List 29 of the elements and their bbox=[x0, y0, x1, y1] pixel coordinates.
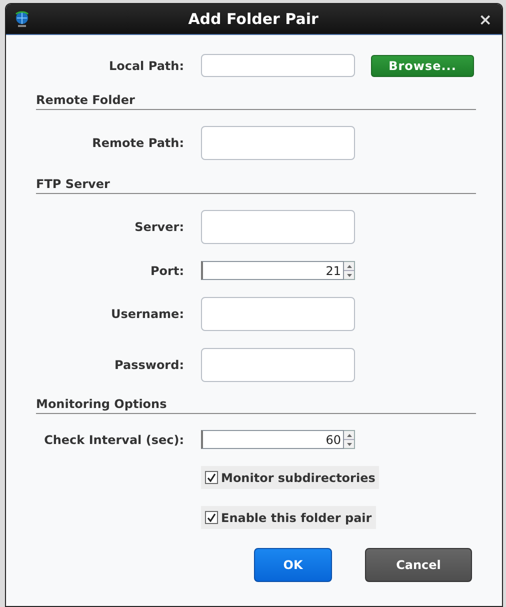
check-icon bbox=[207, 473, 216, 482]
field-label: Check Interval (sec): bbox=[43, 432, 184, 446]
field-label: Server: bbox=[134, 220, 184, 234]
spinner-arrows-icon[interactable] bbox=[344, 261, 355, 280]
input-field[interactable] bbox=[201, 297, 355, 331]
cancel-button[interactable]: Cancel bbox=[365, 548, 472, 582]
spinner-arrows-icon[interactable] bbox=[344, 430, 355, 449]
number-field[interactable]: 60 bbox=[201, 430, 344, 449]
field-label: Username: bbox=[110, 307, 184, 321]
field-label: Local Path: bbox=[108, 58, 184, 72]
browse-button[interactable]: Browse... bbox=[371, 54, 474, 76]
input-field[interactable] bbox=[201, 210, 355, 244]
checkbox[interactable]: Enable this folder pair bbox=[201, 506, 376, 529]
ok-button[interactable]: OK bbox=[254, 548, 332, 582]
window-title: Add Folder Pair bbox=[187, 10, 320, 28]
field-label: Password: bbox=[114, 358, 184, 372]
field-label: Remote Path: bbox=[91, 136, 184, 150]
checkbox[interactable]: Monitor subdirectories bbox=[201, 466, 380, 489]
globe-icon bbox=[14, 10, 30, 28]
input-field[interactable] bbox=[201, 348, 355, 382]
section-heading: Remote Folder bbox=[36, 93, 476, 110]
check-icon bbox=[207, 513, 216, 522]
close-button[interactable]: × bbox=[476, 10, 494, 28]
section-heading: Monitoring Options bbox=[36, 397, 476, 414]
number-field[interactable]: 21 bbox=[201, 261, 344, 280]
section-heading: FTP Server bbox=[36, 177, 476, 194]
input-field[interactable] bbox=[201, 126, 355, 160]
field-label: Port: bbox=[150, 264, 184, 278]
input-field[interactable] bbox=[201, 54, 355, 77]
